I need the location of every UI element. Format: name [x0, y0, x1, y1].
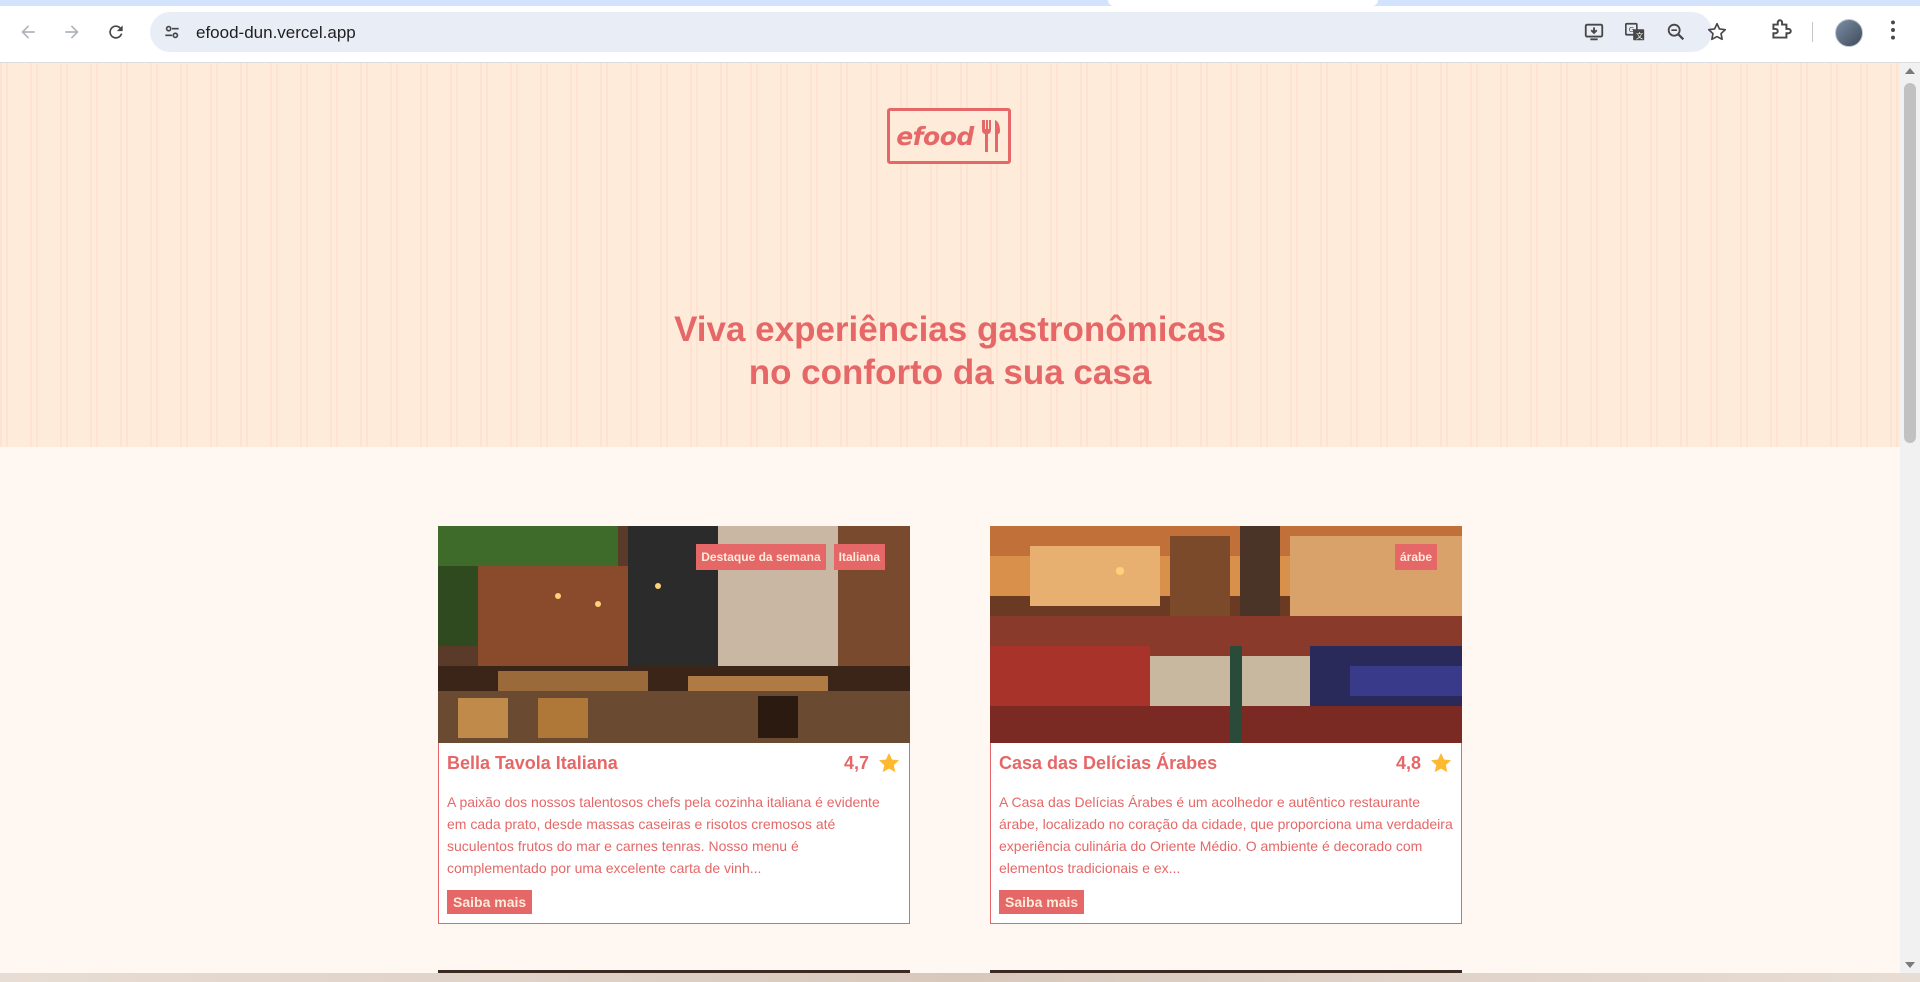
tab-strip — [0, 0, 1920, 6]
tag-badge: Destaque da semana — [696, 544, 826, 570]
tag-badge: árabe — [1394, 544, 1437, 570]
restaurant-description: A paixão dos nossos talentosos chefs pel… — [447, 794, 880, 876]
card-body: Bella Tavola Italiana 4,7 A paixão dos n… — [447, 751, 901, 879]
saiba-mais-button[interactable]: Saiba mais — [447, 890, 533, 914]
restaurant-description: A Casa das Delícias Árabes é um acolhedo… — [999, 794, 1453, 876]
scrollbar-thumb[interactable] — [1904, 83, 1916, 443]
hero-headline: Viva experiências gastronômicas no confo… — [550, 308, 1350, 394]
page-scrollbar[interactable] — [1900, 63, 1920, 973]
card-body: Casa das Delícias Árabes 4,8 A Casa das … — [999, 751, 1453, 879]
restaurant-card: árabe Casa das Delícias Árabes 4,8 A Cas… — [990, 526, 1462, 924]
address-bar[interactable]: efood-dun.vercel.app G 文 — [150, 12, 1727, 52]
hero-headline-line1: Viva experiências gastronômicas — [674, 310, 1226, 349]
hero-banner: efood Viva experiências gastronômicas no… — [0, 63, 1900, 447]
rating-value: 4,8 — [1395, 752, 1421, 773]
restaurant-photo — [990, 526, 1462, 743]
browser-toolbar: efood-dun.vercel.app G 文 — [0, 0, 1920, 63]
back-button[interactable] — [12, 16, 44, 48]
card-header: Bella Tavola Italiana 4,7 — [447, 751, 901, 775]
profile-avatar[interactable] — [1835, 19, 1863, 47]
svg-text:文: 文 — [1636, 31, 1644, 40]
kebab-menu-icon[interactable] — [1880, 17, 1906, 43]
active-tab-edge[interactable] — [1108, 0, 1378, 6]
back-arrow-icon — [21, 25, 35, 39]
tag-list: árabe — [1394, 544, 1437, 570]
efood-logo[interactable]: efood — [887, 108, 1011, 164]
translate-icon[interactable]: G 文 — [1624, 21, 1646, 43]
card-header: Casa das Delícias Árabes 4,8 — [999, 751, 1453, 775]
rating-value: 4,7 — [843, 752, 869, 773]
saiba-mais-button[interactable]: Saiba mais — [999, 890, 1085, 914]
restaurant-card: Destaque da semana Italiana Bella Tavola… — [438, 526, 910, 924]
forward-button[interactable] — [56, 16, 88, 48]
reload-icon — [109, 25, 123, 39]
page-viewport: efood Viva experiências gastronômicas no… — [0, 63, 1900, 973]
tune-icon[interactable] — [162, 22, 182, 42]
reload-button[interactable] — [100, 16, 132, 48]
scroll-down-arrow-icon[interactable] — [1905, 962, 1915, 968]
tag-badge: Italiana — [833, 544, 885, 570]
rating: 4,7 — [844, 751, 901, 775]
bookmark-star-icon[interactable] — [1706, 21, 1728, 43]
install-app-icon[interactable] — [1583, 21, 1605, 43]
url-text[interactable]: efood-dun.vercel.app — [196, 23, 356, 43]
star-icon — [1431, 753, 1451, 773]
arab-restaurant-photo — [990, 526, 1462, 743]
fork-knife-icon — [981, 120, 1000, 152]
tag-list: Destaque da semana Italiana — [696, 544, 885, 570]
rating: 4,8 — [1396, 751, 1453, 775]
toolbar-separator — [1812, 22, 1813, 42]
restaurant-name: Bella Tavola Italiana — [447, 752, 618, 773]
taskbar-edge — [0, 973, 1920, 982]
star-icon — [879, 753, 899, 773]
zoom-icon[interactable] — [1665, 21, 1687, 43]
restaurant-name: Casa das Delícias Árabes — [999, 752, 1218, 773]
scroll-up-arrow-icon[interactable] — [1905, 68, 1915, 74]
hero-headline-line2: no conforto da sua casa — [748, 353, 1152, 392]
forward-arrow-icon — [65, 25, 79, 39]
extensions-puzzle-icon[interactable] — [1768, 17, 1794, 43]
logo-text: efood — [896, 121, 974, 151]
